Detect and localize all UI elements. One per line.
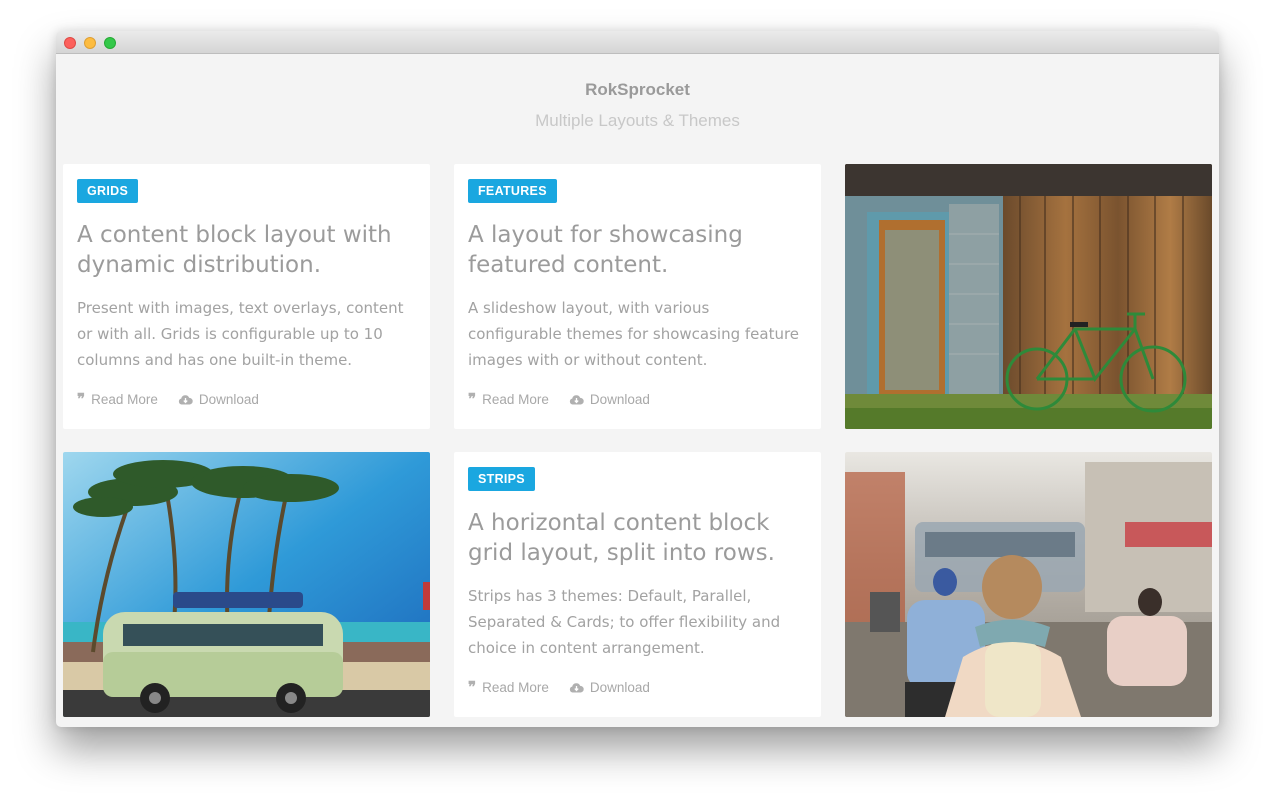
card-links: ❞ Read More Download [77,390,259,408]
download-label: Download [589,392,650,407]
quote-icon: ❞ [77,390,86,408]
download-link[interactable]: Download [178,392,259,407]
card-description: Present with images, text overlays, cont… [77,299,404,369]
card-links: ❞ Read More Download [468,678,650,696]
cloud-download-icon [569,395,584,405]
read-more-link[interactable]: ❞ Read More [468,678,549,696]
window-titlebar [56,31,1219,54]
quote-icon: ❞ [468,390,477,408]
site-subtitle: Multiple Layouts & Themes [535,111,740,130]
grids-tag[interactable]: GRIDS [77,179,139,203]
download-link[interactable]: Download [569,392,650,407]
site-title: RokSprocket [585,80,690,99]
strips-tag[interactable]: STRIPS [468,467,535,491]
cloud-download-icon [569,683,584,693]
card-title[interactable]: A content block layout with dynamic dist… [77,220,416,280]
street-scene-image[interactable] [845,452,1212,717]
cloud-download-icon [178,395,193,405]
close-window-button[interactable] [64,37,76,49]
card-title[interactable]: A layout for showcasing featured content… [468,220,807,280]
barn-bicycle-image[interactable] [845,164,1212,429]
strips-card: STRIPS A horizontal content block grid l… [454,452,821,717]
read-more-label: Read More [91,392,158,407]
card-links: ❞ Read More Download [468,390,650,408]
read-more-link[interactable]: ❞ Read More [77,390,158,408]
card-description: A slideshow layout, with various configu… [468,299,800,369]
read-more-label: Read More [482,680,549,695]
card-title[interactable]: A horizontal content block grid layout, … [468,508,807,568]
grids-card: GRIDS A content block layout with dynami… [63,164,430,429]
download-link[interactable]: Download [569,680,650,695]
van-beach-image[interactable] [63,452,430,717]
features-card: FEATURES A layout for showcasing feature… [454,164,821,429]
download-label: Download [589,680,650,695]
download-label: Download [198,392,259,407]
card-description: Strips has 3 themes: Default, Parallel, … [468,587,781,657]
read-more-link[interactable]: ❞ Read More [468,390,549,408]
zoom-window-button[interactable] [104,37,116,49]
quote-icon: ❞ [468,678,477,696]
read-more-label: Read More [482,392,549,407]
features-tag[interactable]: FEATURES [468,179,557,203]
minimize-window-button[interactable] [84,37,96,49]
browser-window: RokSprocket Multiple Layouts & Themes GR… [56,31,1219,727]
